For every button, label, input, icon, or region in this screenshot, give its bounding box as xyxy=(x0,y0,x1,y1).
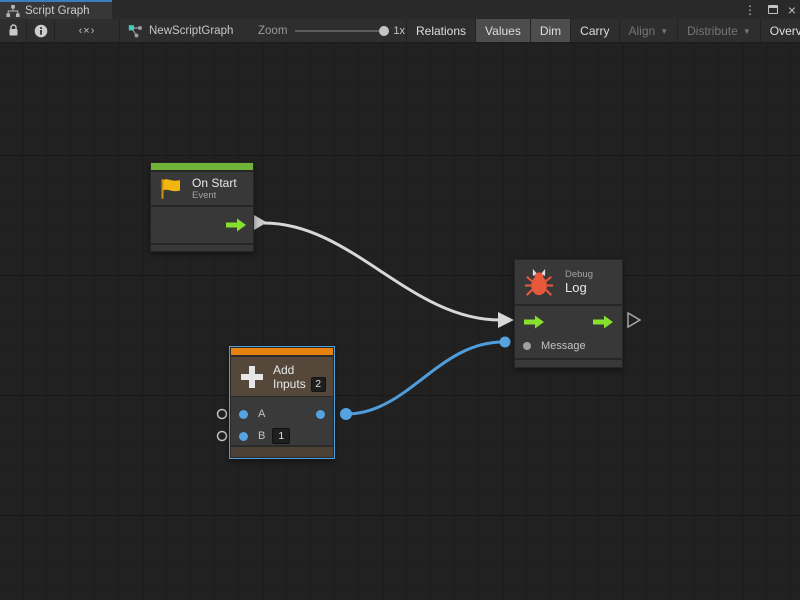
node-title: Log xyxy=(565,281,593,295)
flow-wire-arrowhead xyxy=(498,312,514,328)
script-graph-window: Script Graph ⋮ × ‹×› xyxy=(0,0,800,600)
flow-input-port[interactable] xyxy=(523,315,545,329)
window-maximize-icon[interactable] xyxy=(768,0,778,19)
node-accent-bar xyxy=(231,348,333,355)
node-header[interactable]: Add Inputs 2 xyxy=(231,357,333,397)
chevron-down-icon: ▼ xyxy=(660,27,668,36)
lock-icon xyxy=(8,24,19,37)
message-connector[interactable] xyxy=(500,337,511,348)
zoom-slider-handle[interactable] xyxy=(379,26,389,36)
graph-hierarchy-icon xyxy=(6,5,20,17)
info-button[interactable] xyxy=(27,19,55,42)
node-title: On Start xyxy=(192,176,237,190)
message-port-row: Message xyxy=(515,334,622,358)
graph-canvas[interactable]: On Start Event xyxy=(0,43,800,600)
align-button[interactable]: Align ▼ xyxy=(619,19,678,42)
window-close-icon[interactable]: × xyxy=(788,0,796,19)
tab-script-graph[interactable]: Script Graph xyxy=(0,0,112,19)
carry-button[interactable]: Carry xyxy=(570,19,618,42)
info-icon xyxy=(34,24,48,38)
node-accent-bar xyxy=(151,163,253,170)
node-body: Message xyxy=(515,306,622,358)
edit-script-button[interactable]: ‹×› xyxy=(55,19,120,42)
toolbar-buttons: Relations Values Dim Carry Align ▼ Distr… xyxy=(406,19,800,42)
add-port-a-outer-ring[interactable] xyxy=(218,410,227,419)
port-label: A xyxy=(258,408,265,420)
port-label: B xyxy=(258,430,265,442)
values-button[interactable]: Values xyxy=(475,19,530,42)
plus-icon xyxy=(239,364,265,390)
node-on-start[interactable]: On Start Event xyxy=(151,163,253,251)
graph-name: NewScriptGraph xyxy=(149,25,233,37)
node-footer xyxy=(515,360,622,367)
debug-flow-out-connector[interactable] xyxy=(628,313,640,327)
port-a-row: A xyxy=(231,403,333,425)
flag-icon xyxy=(158,177,182,201)
flow-wire[interactable] xyxy=(264,223,500,320)
graph-breadcrumb[interactable]: NewScriptGraph xyxy=(128,19,233,42)
window-menu-icon[interactable]: ⋮ xyxy=(744,0,756,19)
node-subtitle: Event xyxy=(192,190,237,202)
inputs-label: Inputs xyxy=(273,377,306,391)
dim-button[interactable]: Dim xyxy=(530,19,570,42)
port-a-input[interactable] xyxy=(239,410,248,419)
node-body: A B 1 xyxy=(231,397,333,445)
node-add[interactable]: Add Inputs 2 A B 1 xyxy=(229,346,335,459)
lock-button[interactable] xyxy=(0,19,27,42)
port-label: Message xyxy=(541,340,586,352)
port-b-value-field[interactable]: 1 xyxy=(272,428,290,444)
inputs-count-field[interactable]: 2 xyxy=(311,377,326,392)
node-debug-log[interactable]: Debug Log Message xyxy=(515,260,622,367)
zoom-label: Zoom xyxy=(258,25,287,37)
chevron-down-icon: ▼ xyxy=(743,27,751,36)
flow-output-port[interactable] xyxy=(592,315,614,329)
node-body xyxy=(151,207,253,243)
node-title: Add xyxy=(273,363,326,377)
node-footer xyxy=(151,245,253,251)
zoom-control: Zoom 1x xyxy=(258,19,405,42)
value-wire[interactable] xyxy=(346,342,503,414)
add-result-connector[interactable] xyxy=(340,408,352,420)
graph-toolbar: ‹×› NewScriptGraph Zoom 1x Relations Val… xyxy=(0,19,800,43)
bug-icon xyxy=(525,267,553,297)
zoom-slider[interactable] xyxy=(295,30,385,32)
add-port-b-outer-ring[interactable] xyxy=(218,432,227,441)
message-input-port[interactable] xyxy=(523,342,531,350)
relations-button[interactable]: Relations xyxy=(406,19,475,42)
script-graph-asset-icon xyxy=(128,24,143,38)
distribute-button[interactable]: Distribute ▼ xyxy=(677,19,760,42)
code-icon: ‹×› xyxy=(79,25,96,37)
node-header[interactable]: Debug Log xyxy=(515,260,622,304)
flow-output-port[interactable] xyxy=(225,218,247,232)
overview-button[interactable]: Overview xyxy=(760,19,800,42)
wire-layer xyxy=(0,43,800,600)
node-header[interactable]: On Start Event xyxy=(151,172,253,205)
port-b-row: B 1 xyxy=(231,425,333,447)
result-output-port[interactable] xyxy=(316,410,325,419)
node-footer xyxy=(231,447,333,457)
zoom-value: 1x xyxy=(393,25,405,37)
tab-bar: Script Graph ⋮ × xyxy=(0,0,800,19)
tab-title: Script Graph xyxy=(25,5,90,17)
flow-port-row xyxy=(515,310,622,334)
port-b-input[interactable] xyxy=(239,432,248,441)
